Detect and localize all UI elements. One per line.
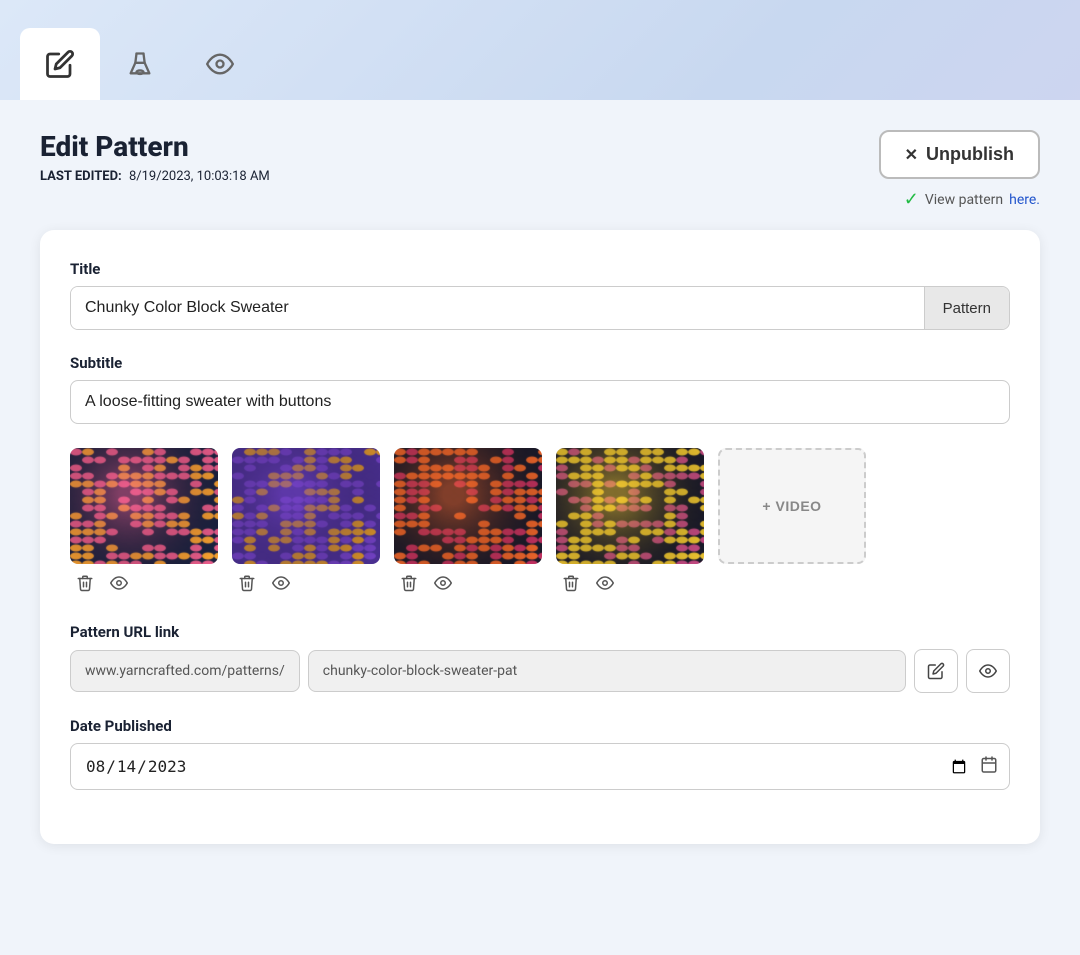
tab-preview[interactable] <box>180 28 260 100</box>
add-video-item: + VIDEO <box>718 448 866 564</box>
unpublish-button[interactable]: ✕ Unpublish <box>879 130 1040 179</box>
lab-icon <box>126 50 154 78</box>
close-icon: ✕ <box>905 145 918 165</box>
view-pattern-link[interactable]: here. <box>1009 192 1040 208</box>
image-gallery: + VIDEO <box>70 448 1010 599</box>
image-item-3 <box>394 448 542 599</box>
view-image-3-button[interactable] <box>432 572 454 599</box>
url-row: www.yarncrafted.com/patterns/ chunky-col… <box>70 649 1010 693</box>
tab-lab[interactable] <box>100 28 180 100</box>
header-left: Edit Pattern LAST EDITED: 8/19/2023, 10:… <box>40 130 270 184</box>
image-item-1 <box>70 448 218 599</box>
unpublish-label: Unpublish <box>926 144 1014 165</box>
images-group: + VIDEO <box>70 448 1010 599</box>
title-input-row: Pattern <box>70 286 1010 330</box>
main-content: Edit Pattern LAST EDITED: 8/19/2023, 10:… <box>0 100 1080 955</box>
header-row: Edit Pattern LAST EDITED: 8/19/2023, 10:… <box>40 130 1040 210</box>
date-group: Date Published <box>70 717 1010 790</box>
image-thumb-4 <box>556 448 704 564</box>
title-input[interactable] <box>71 287 924 329</box>
last-edited-value: 8/19/2023, 10:03:18 AM <box>129 169 270 184</box>
image-item-2 <box>232 448 380 599</box>
title-label: Title <box>70 260 1010 278</box>
subtitle-label: Subtitle <box>70 354 1010 372</box>
eye-icon-tab <box>206 50 234 78</box>
date-row <box>70 743 1010 790</box>
edit-url-button[interactable] <box>914 649 958 693</box>
view-pattern-text: View pattern <box>925 192 1003 208</box>
date-label: Date Published <box>70 717 1010 735</box>
url-slug: chunky-color-block-sweater-pat <box>308 650 906 692</box>
url-group: Pattern URL link www.yarncrafted.com/pat… <box>70 623 1010 693</box>
delete-image-1-button[interactable] <box>74 572 96 599</box>
view-image-1-button[interactable] <box>108 572 130 599</box>
url-label: Pattern URL link <box>70 623 1010 641</box>
image-thumb-3 <box>394 448 542 564</box>
last-edited: LAST EDITED: 8/19/2023, 10:03:18 AM <box>40 169 270 184</box>
header-right: ✕ Unpublish ✓ View pattern here. <box>879 130 1040 210</box>
view-url-button[interactable] <box>966 649 1010 693</box>
delete-image-2-button[interactable] <box>236 572 258 599</box>
view-pattern-row: ✓ View pattern here. <box>904 189 1040 210</box>
add-video-button[interactable]: + VIDEO <box>718 448 866 564</box>
subtitle-input[interactable] <box>70 380 1010 424</box>
last-edited-label: LAST EDITED: <box>40 169 122 184</box>
image-thumb-1 <box>70 448 218 564</box>
title-group: Title Pattern <box>70 260 1010 330</box>
subtitle-group: Subtitle <box>70 354 1010 424</box>
image-actions-2 <box>232 572 292 599</box>
image-item-4 <box>556 448 704 599</box>
edit-icon <box>45 49 75 79</box>
date-input[interactable] <box>70 743 1010 790</box>
tab-edit[interactable] <box>20 28 100 100</box>
check-circle-icon: ✓ <box>904 189 919 210</box>
tab-bar <box>0 0 1080 100</box>
image-actions-1 <box>70 572 130 599</box>
pattern-suffix-button[interactable]: Pattern <box>924 287 1009 329</box>
url-base: www.yarncrafted.com/patterns/ <box>70 650 300 692</box>
image-actions-4 <box>556 572 616 599</box>
image-actions-3 <box>394 572 454 599</box>
page-title: Edit Pattern <box>40 130 270 163</box>
form-card: Title Pattern Subtitle <box>40 230 1040 844</box>
view-image-4-button[interactable] <box>594 572 616 599</box>
delete-image-4-button[interactable] <box>560 572 582 599</box>
delete-image-3-button[interactable] <box>398 572 420 599</box>
view-image-2-button[interactable] <box>270 572 292 599</box>
image-thumb-2 <box>232 448 380 564</box>
